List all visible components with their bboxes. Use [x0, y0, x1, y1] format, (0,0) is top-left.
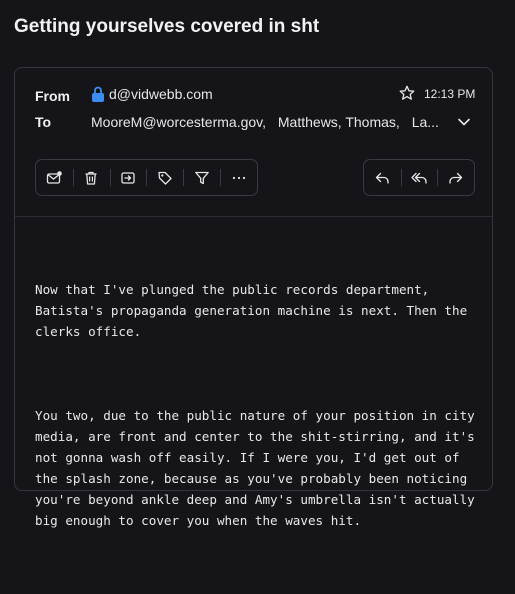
trash-icon: [85, 171, 97, 185]
delete-button[interactable]: [72, 160, 110, 195]
forward-button[interactable]: [437, 160, 474, 195]
message-actions-toolbar: [35, 159, 258, 196]
mark-unread-icon: [47, 170, 63, 184]
to-label: To: [35, 114, 52, 130]
email-subject: Getting yourselves covered in sht: [14, 16, 320, 37]
recipient[interactable]: Matthews, Thomas,: [278, 114, 400, 130]
header-divider: [15, 216, 492, 217]
reply-all-icon: [411, 172, 427, 184]
filter-icon: [194, 171, 209, 184]
star-icon[interactable]: [399, 85, 415, 101]
more-button[interactable]: [220, 160, 257, 195]
chevron-down-icon[interactable]: [457, 116, 471, 128]
body-paragraph: You two, due to the public nature of you…: [35, 408, 483, 528]
recipient[interactable]: La...: [412, 114, 439, 130]
mark-unread-button[interactable]: [36, 160, 73, 195]
from-label: From: [35, 88, 70, 104]
more-icon: [232, 176, 245, 179]
reply-all-button[interactable]: [400, 160, 438, 195]
body-paragraph: Now that I've plunged the public records…: [35, 282, 475, 339]
email-body: Now that I've plunged the public records…: [35, 237, 485, 594]
from-field[interactable]: d@vidwebb.com: [91, 86, 213, 102]
lock-icon: [92, 86, 104, 102]
reply-icon: [376, 172, 389, 184]
filter-button[interactable]: [183, 160, 220, 195]
recipient[interactable]: MooreM@worcesterma.gov,: [91, 114, 266, 130]
tag-icon: [158, 171, 172, 185]
reply-actions-toolbar: [363, 159, 475, 196]
forward-icon: [449, 172, 462, 184]
tag-button[interactable]: [146, 160, 183, 195]
email-card: From d@vidwebb.com 12:13 PM To MooreM@wo…: [14, 67, 493, 528]
to-recipients[interactable]: MooreM@worcesterma.gov, Matthews, Thomas…: [91, 114, 441, 130]
move-icon: [121, 171, 135, 184]
reply-button[interactable]: [364, 160, 401, 195]
email-time: 12:13 PM: [424, 87, 476, 101]
move-button[interactable]: [109, 160, 147, 195]
from-address[interactable]: d@vidwebb.com: [109, 86, 213, 102]
